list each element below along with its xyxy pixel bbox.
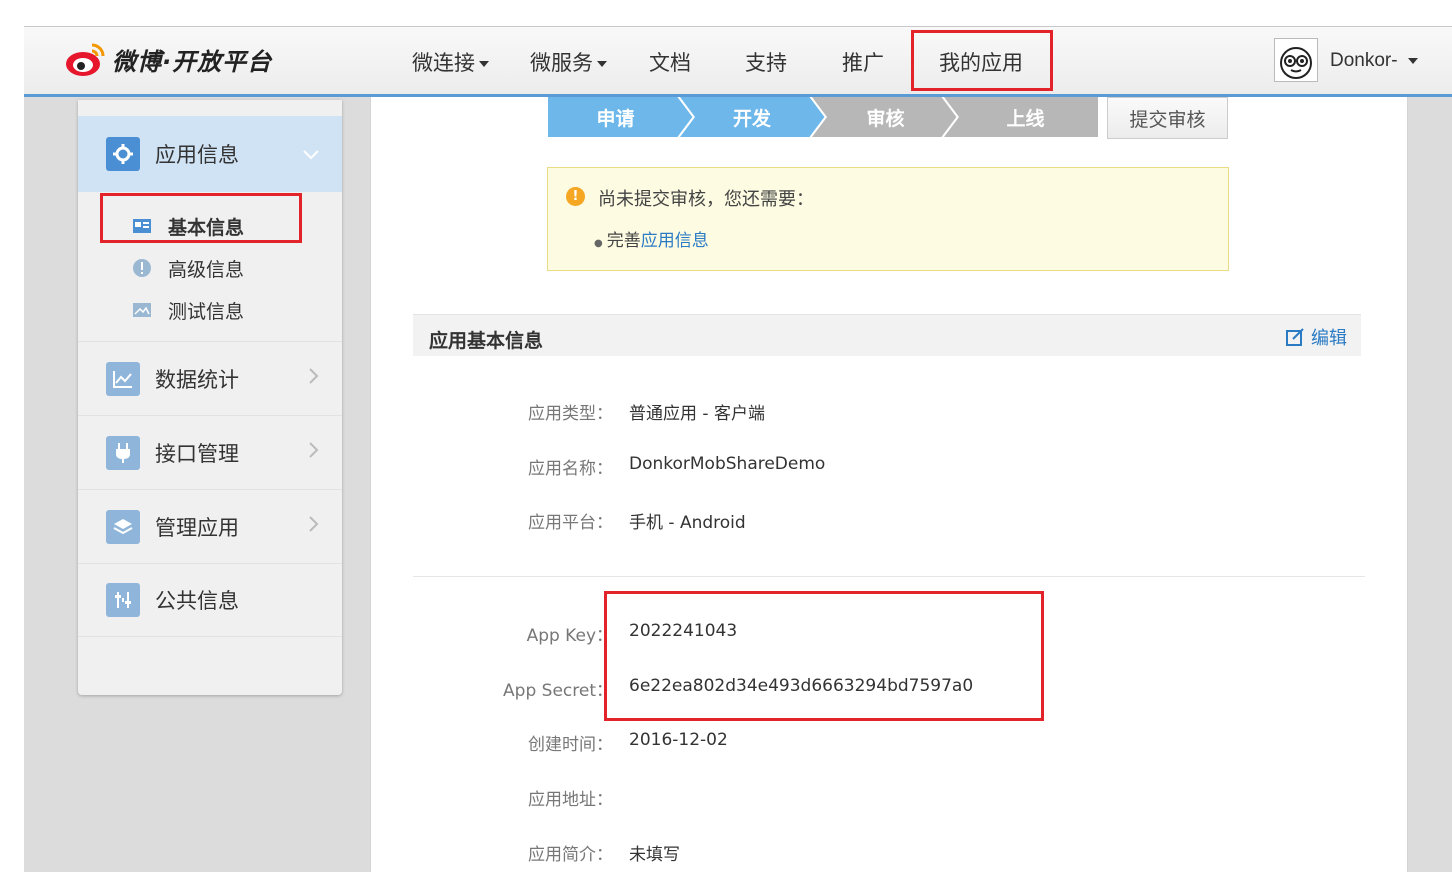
info-value: DonkorMobShareDemo [629,454,826,474]
nav-item-docs[interactable]: 文档 [649,47,691,77]
sidebar-section-app-info[interactable]: 应用信息 [78,116,342,192]
caret-down-icon [1407,57,1418,64]
nav-label: 微连接 [412,51,475,75]
plug-icon [106,435,140,470]
sidebar-section-label: 接口管理 [155,441,239,466]
info-row-app-name: 应用名称： DonkorMobShareDemo [413,454,1313,484]
user-menu[interactable]: Donkor- [1330,50,1418,72]
nav-item-support[interactable]: 支持 [745,47,787,77]
info-label: 应用地址： [528,790,613,810]
info-label: 应用名称： [528,459,613,479]
sidebar-section-data-stats[interactable]: 数据统计 [78,341,342,415]
step-online: 上线 [1006,107,1045,130]
caret-down-icon [479,61,489,67]
nav-label: 微服务 [530,51,593,75]
sidebar-item-test-info[interactable]: 测试信息 [78,293,342,327]
progress-steps: 申请 开发 审核 上线 [548,97,1098,137]
edit-icon [1286,328,1304,346]
info-row-app-intro: 应用简介： 未填写 [413,840,1313,870]
info-row-app-url: 应用地址： [413,785,1313,815]
section-header-basic-info: 应用基本信息 编辑 [413,314,1361,356]
sidebar: 应用信息 基本信息 高级信息 测试信息 数据统计 接口管理 管理应用 公共信息 [78,100,342,695]
step-develop: 开发 [732,107,771,130]
info-label: App Secret： [503,681,613,701]
info-value: 2016-12-02 [629,730,728,750]
weibo-logo[interactable]: 微博·开放平台 [64,39,272,79]
sidebar-section-manage-apps[interactable]: 管理应用 [78,489,342,563]
info-label: 应用平台： [528,513,613,533]
notice-message: 尚未提交审核，您还需要： [598,189,814,210]
app-info-link[interactable]: 应用信息 [641,231,709,251]
edit-button[interactable]: 编辑 [1285,324,1347,350]
highlight-box-my-apps [911,30,1053,91]
nav-item-micro-service[interactable]: 微服务 [530,47,607,77]
nav-item-micro-connect[interactable]: 微连接 [412,47,489,77]
sidebar-section-api-management[interactable]: 接口管理 [78,415,342,489]
info-value: 普通应用 - 客户端 [629,404,765,424]
info-label: 创建时间： [528,735,613,755]
exclamation-icon [132,259,152,277]
notice-item-prefix: 完善 [606,231,641,251]
caret-down-icon [597,61,607,67]
highlight-box-app-key [604,591,1044,721]
info-row-app-platform: 应用平台： 手机 - Android [413,508,1313,538]
sidebar-item-label: 测试信息 [168,300,245,323]
sidebar-section-label: 管理应用 [155,515,239,540]
gear-icon [106,137,140,171]
info-row-created-time: 创建时间： 2016-12-02 [413,730,1313,760]
top-nav: 微博·开放平台 微连接 微服务 文档 支持 推广 我的应用 Donkor- [24,27,1452,97]
user-name: Donkor- [1330,50,1398,71]
info-label: 应用简介： [528,845,613,865]
avatar[interactable] [1274,38,1318,82]
sidebar-item-advanced-info[interactable]: 高级信息 [78,251,342,285]
info-value: 手机 - Android [629,513,746,533]
line-chart-icon [106,361,140,396]
nav-item-promote[interactable]: 推广 [842,47,884,77]
warning-icon: ! [566,187,585,206]
sidebar-section-label: 应用信息 [155,143,239,167]
step-apply: 申请 [596,107,635,130]
section-title: 应用基本信息 [429,330,544,352]
edit-label: 编辑 [1311,328,1347,349]
notice-box: ! 尚未提交审核，您还需要： ● 完善应用信息 [547,167,1229,271]
sliders-icon [106,583,140,617]
highlight-box-basic-info [100,193,302,243]
chevron-right-icon [308,514,320,539]
submit-review-button[interactable]: 提交审核 [1107,97,1228,139]
image-icon [132,302,152,318]
info-value: 未填写 [629,845,680,865]
chevron-down-icon [302,142,320,167]
notice-item: ● 完善应用信息 [594,231,709,251]
info-row-app-type: 应用类型： 普通应用 - 客户端 [413,399,1313,429]
weibo-eye-icon [64,39,108,79]
sidebar-section-label: 数据统计 [155,367,239,392]
logo-text: 微博·开放平台 [112,47,273,76]
divider [413,576,1365,577]
sidebar-section-label: 公共信息 [155,589,239,613]
layers-icon [106,509,140,544]
chevron-right-icon [308,440,320,465]
chevron-right-icon [308,366,320,391]
sidebar-section-public-info[interactable]: 公共信息 [78,563,342,637]
step-review: 审核 [866,107,905,130]
info-label: App Key： [526,626,613,646]
info-label: 应用类型： [528,404,613,424]
sidebar-item-label: 高级信息 [168,258,245,281]
